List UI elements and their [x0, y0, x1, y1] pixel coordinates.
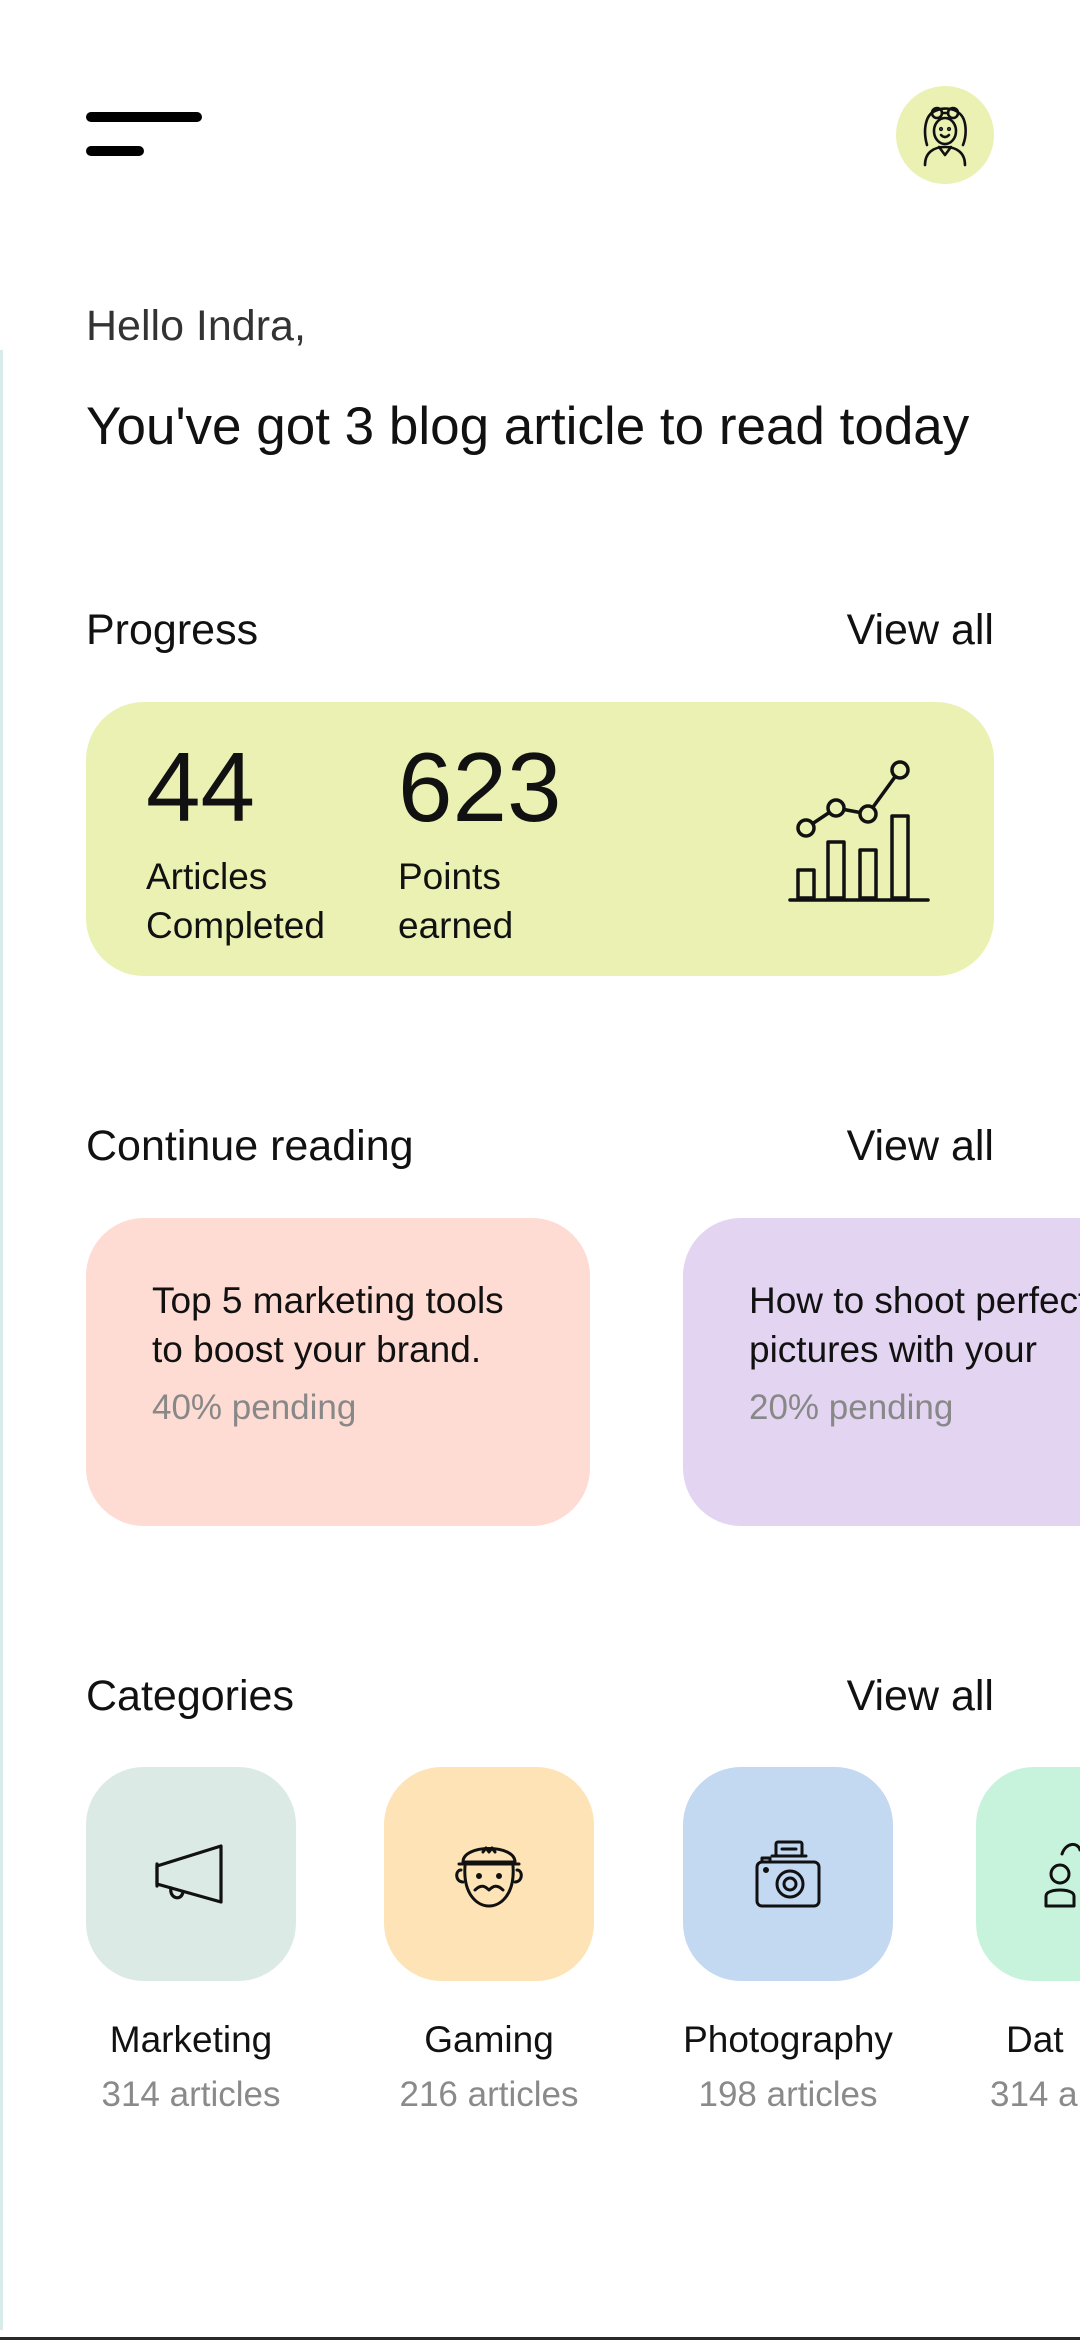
- category-tile: [683, 1767, 893, 1981]
- reading-card-photography[interactable]: How to shoot perfect pictures with your …: [683, 1218, 1080, 1526]
- categories-section-title: Categories: [86, 1672, 294, 1720]
- category-count: 314 articles: [101, 2075, 281, 2114]
- continue-reading-section-title: Continue reading: [86, 1122, 414, 1170]
- reading-card-pending: 40% pending: [152, 1388, 357, 1427]
- category-name: Gaming: [424, 2019, 554, 2060]
- category-name: Photography: [683, 2019, 893, 2060]
- category-data[interactable]: Dat 314 a: [976, 1767, 1080, 2115]
- categories-view-all-link[interactable]: View all: [847, 1672, 994, 1721]
- category-tile: [86, 1767, 296, 1981]
- megaphone-icon: [155, 1844, 223, 1904]
- category-photography[interactable]: Photography 198 articles: [683, 1767, 893, 2115]
- category-count: 216 articles: [399, 2075, 579, 2114]
- category-count: 198 articles: [698, 2075, 878, 2114]
- reading-card-pending: 20% pending: [749, 1388, 954, 1427]
- category-tile: [976, 1767, 1080, 1981]
- progress-card[interactable]: 44 Articles Completed 623 Points earned: [86, 702, 994, 976]
- menu-bar-long: [86, 112, 202, 122]
- continue-reading-view-all-link[interactable]: View all: [847, 1122, 994, 1171]
- avatar[interactable]: [896, 86, 994, 184]
- points-earned-value: 623: [398, 732, 562, 842]
- category-gaming[interactable]: Gaming 216 articles: [384, 1767, 594, 2115]
- progress-view-all-link[interactable]: View all: [847, 606, 994, 655]
- data-person-icon: [1044, 1843, 1080, 1908]
- points-earned-label: Points earned: [398, 856, 514, 946]
- category-name: Dat: [1006, 2019, 1064, 2060]
- reading-card-marketing[interactable]: Top 5 marketing tools to boost your bran…: [86, 1218, 590, 1526]
- articles-completed-stat: 44 Articles Completed: [146, 738, 325, 950]
- category-count: 314 a: [990, 2075, 1078, 2114]
- growth-chart-icon: [788, 760, 930, 902]
- reading-card-title: Top 5 marketing tools to boost your bran…: [152, 1280, 504, 1370]
- user-avatar-icon: [923, 106, 967, 167]
- game-character-icon: [455, 1846, 523, 1908]
- articles-completed-label: Articles Completed: [146, 856, 325, 946]
- home-screen: Hello Indra, You've got 3 blog article t…: [0, 0, 1080, 2340]
- reading-card-title: How to shoot perfect pictures with your: [749, 1280, 1080, 1370]
- points-earned-stat: 623 Points earned: [398, 738, 562, 950]
- articles-completed-value: 44: [146, 732, 256, 842]
- menu-bar-short: [86, 146, 144, 156]
- page-title: You've got 3 blog article to read today: [86, 397, 970, 456]
- edge-divider: [0, 350, 3, 2330]
- menu-icon[interactable]: [86, 108, 206, 160]
- category-marketing[interactable]: Marketing 314 articles: [86, 1767, 296, 2115]
- category-tile: [384, 1767, 594, 1981]
- progress-section-title: Progress: [86, 606, 259, 654]
- greeting-text: Hello Indra,: [86, 302, 306, 350]
- camera-icon: [755, 1840, 821, 1908]
- category-name: Marketing: [109, 2019, 273, 2060]
